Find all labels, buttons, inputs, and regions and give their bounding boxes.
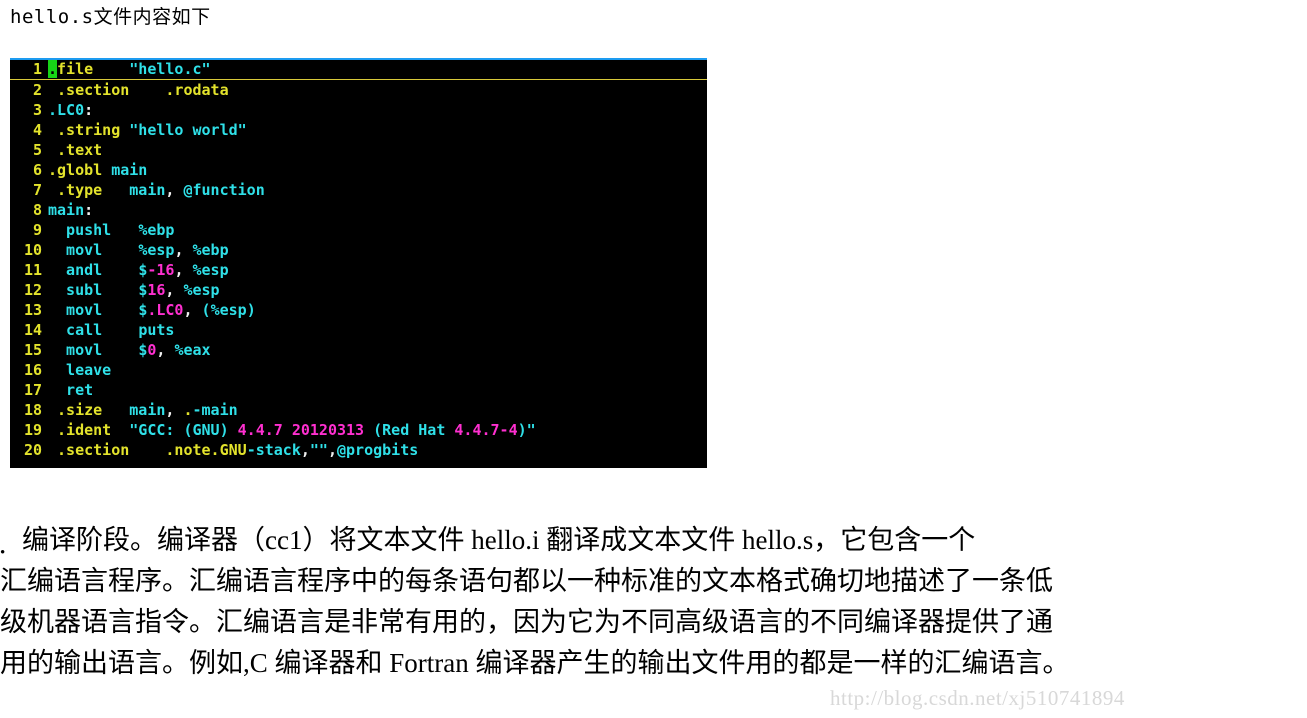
line-number: 12 <box>23 281 42 299</box>
line-number: 16 <box>23 361 42 379</box>
page-title: hello.s文件内容如下 <box>10 6 211 28</box>
watermark-text: http://blog.csdn.net/xj510741894 <box>830 686 1125 710</box>
line-content: subl $16, %esp <box>48 281 220 299</box>
code-line: 12 subl $16, %esp <box>10 280 707 300</box>
code-line: 6 .globl main <box>10 160 707 180</box>
code-line: 18 .size main, .-main <box>10 400 707 420</box>
line-number: 3 <box>32 101 42 119</box>
line-number: 9 <box>32 221 42 239</box>
body-paragraph: • 编译阶段。编译器（cc1）将文本文件 hello.i 翻译成文本文件 hel… <box>0 520 1307 684</box>
line-content: leave <box>48 361 112 379</box>
paragraph-line: 用的输出语言。例如,C 编译器和 Fortran 编译器产生的输出文件用的都是一… <box>0 648 1070 678</box>
line-content: ret <box>48 381 94 399</box>
paragraph-line: 编译阶段。编译器（cc1）将文本文件 hello.i 翻译成文本文件 hello… <box>22 525 976 555</box>
line-content: movl $0, %eax <box>48 341 211 359</box>
code-line: 3 .LC0: <box>10 100 707 120</box>
code-line: 9 pushl %ebp <box>10 220 707 240</box>
line-content: pushl %ebp <box>48 221 175 239</box>
code-line: 19 .ident "GCC: (GNU) 4.4.7 20120313 (Re… <box>10 420 707 440</box>
line-content: .section .note.GNU-stack,"",@progbits <box>48 441 419 459</box>
code-line: 8 main: <box>10 200 707 220</box>
code-line: 11 andl $-16, %esp <box>10 260 707 280</box>
line-number: 14 <box>23 321 42 339</box>
line-content: .file "hello.c" <box>48 60 211 78</box>
line-number: 18 <box>23 401 42 419</box>
code-line: 5 .text <box>10 140 707 160</box>
line-content: main: <box>48 201 94 219</box>
code-line: 17 ret <box>10 380 707 400</box>
paragraph-line: 级机器语言指令。汇编语言是非常有用的，因为它为不同高级语言的不同编译器提供了通 <box>0 607 1053 637</box>
line-number: 11 <box>23 261 42 279</box>
bullet-icon: • <box>0 545 6 561</box>
code-line: 14 call puts <box>10 320 707 340</box>
line-content: .text <box>48 141 103 159</box>
paragraph-line: 汇编语言程序。汇编语言程序中的每条语句都以一种标准的文本格式确切地描述了一条低 <box>0 566 1053 596</box>
code-line: 16 leave <box>10 360 707 380</box>
line-content: .string "hello world" <box>48 121 247 139</box>
code-line-list: 1 .file "hello.c" 2 .section .rodata 3 .… <box>10 60 707 460</box>
line-number: 6 <box>32 161 42 179</box>
line-number: 20 <box>23 441 42 459</box>
line-number: 1 <box>32 60 42 78</box>
line-content: .size main, .-main <box>48 401 238 419</box>
line-number: 8 <box>32 201 42 219</box>
line-content: .ident "GCC: (GNU) 4.4.7 20120313 (Red H… <box>48 421 536 439</box>
line-content: .LC0: <box>48 101 94 119</box>
code-line: 10 movl %esp, %ebp <box>10 240 707 260</box>
text-cursor: . <box>48 60 58 78</box>
line-content: .globl main <box>48 161 148 179</box>
line-content: call puts <box>48 321 175 339</box>
line-number: 2 <box>32 81 42 99</box>
code-line: 2 .section .rodata <box>10 80 707 100</box>
line-number: 5 <box>32 141 42 159</box>
line-content: movl $.LC0, (%esp) <box>48 301 256 319</box>
line-number: 13 <box>23 301 42 319</box>
line-content: .section .rodata <box>48 81 229 99</box>
code-line: 13 movl $.LC0, (%esp) <box>10 300 707 320</box>
line-number: 7 <box>32 181 42 199</box>
line-number: 4 <box>32 121 42 139</box>
code-line: 7 .type main, @function <box>10 180 707 200</box>
line-content: movl %esp, %ebp <box>48 241 229 259</box>
line-number: 19 <box>23 421 42 439</box>
line-number: 15 <box>23 341 42 359</box>
code-editor-panel: 1 .file "hello.c" 2 .section .rodata 3 .… <box>10 58 707 468</box>
line-number: 10 <box>23 241 42 259</box>
line-content: andl $-16, %esp <box>48 261 229 279</box>
line-content: .type main, @function <box>48 181 265 199</box>
code-line: 1 .file "hello.c" <box>10 60 707 80</box>
line-number: 17 <box>23 381 42 399</box>
code-line: 15 movl $0, %eax <box>10 340 707 360</box>
code-line: 4 .string "hello world" <box>10 120 707 140</box>
code-line: 20 .section .note.GNU-stack,"",@progbits <box>10 440 707 460</box>
